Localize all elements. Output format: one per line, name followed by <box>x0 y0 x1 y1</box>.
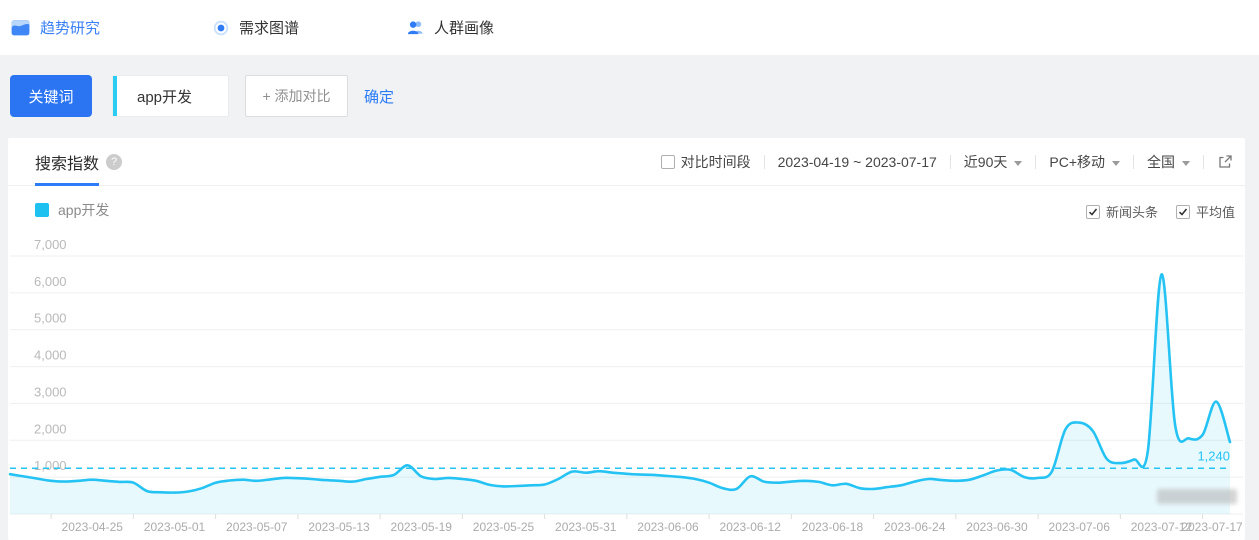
top-nav: 趋势研究 需求图谱 人群画像 <box>0 0 1259 55</box>
nav-label: 人群画像 <box>434 20 495 37</box>
divider <box>1035 155 1037 169</box>
toggle-label: 平均值 <box>1195 205 1235 220</box>
region-dropdown-value: 全国 <box>1147 154 1175 170</box>
nav-item-demand-map[interactable]: 需求图谱 <box>212 0 299 55</box>
region-dropdown[interactable]: 全国 <box>1147 152 1190 172</box>
average-toggle[interactable]: 平均值 <box>1175 202 1235 221</box>
svg-text:2023-05-25: 2023-05-25 <box>473 520 535 534</box>
divider <box>949 155 951 169</box>
svg-text:2023-07-17: 2023-07-17 <box>1181 520 1243 534</box>
tab-search-index[interactable]: 搜索指数 ? <box>35 138 123 186</box>
svg-text:2,000: 2,000 <box>34 421 67 436</box>
svg-text:2023-07-06: 2023-07-06 <box>1049 520 1111 534</box>
tab-label: 搜索指数 <box>35 156 100 173</box>
checkbox-icon[interactable] <box>660 155 675 169</box>
platform-dropdown-value: PC+移动 <box>1049 154 1105 170</box>
compare-period-checkbox[interactable]: 对比时间段 <box>660 152 751 172</box>
platform-dropdown[interactable]: PC+移动 <box>1049 152 1120 172</box>
confirm-link[interactable]: 确定 <box>364 86 394 107</box>
divider <box>763 155 765 169</box>
checkbox-checked-icon[interactable] <box>1085 204 1100 219</box>
svg-text:1,240: 1,240 <box>1197 448 1230 463</box>
search-index-panel: 搜索指数 ? 对比时间段 2023-04-19 ~ 2023-07-17 近90… <box>8 138 1245 540</box>
svg-text:5,000: 5,000 <box>34 311 67 326</box>
watermark <box>1157 489 1237 504</box>
svg-text:2023-04-25: 2023-04-25 <box>62 520 124 534</box>
keyword-input[interactable]: app开发 <box>112 75 229 117</box>
svg-text:2023-06-12: 2023-06-12 <box>720 520 782 534</box>
svg-text:2023-05-13: 2023-05-13 <box>308 520 370 534</box>
svg-text:6,000: 6,000 <box>34 274 67 289</box>
active-tab-underline <box>35 183 99 186</box>
panel-header: 搜索指数 ? 对比时间段 2023-04-19 ~ 2023-07-17 近90… <box>8 138 1245 186</box>
svg-text:1,000: 1,000 <box>34 458 67 473</box>
date-range[interactable]: 2023-04-19 ~ 2023-07-17 <box>778 154 937 170</box>
people-icon <box>406 18 425 37</box>
chevron-down-icon <box>1182 160 1190 166</box>
nav-item-trend-research[interactable]: 趋势研究 <box>10 0 100 55</box>
export-icon[interactable] <box>1217 154 1233 170</box>
series-color-bar <box>113 76 117 116</box>
svg-text:2023-06-06: 2023-06-06 <box>637 520 699 534</box>
checkbox-checked-icon[interactable] <box>1175 204 1190 219</box>
svg-text:7,000: 7,000 <box>34 237 67 252</box>
legend-swatch <box>35 203 49 217</box>
svg-text:2023-05-01: 2023-05-01 <box>144 520 206 534</box>
divider <box>1203 155 1204 169</box>
trend-line-chart[interactable]: 1,000 2,000 3,000 4,000 5,000 6,000 7,000 2023-… <box>8 234 1245 536</box>
toggle-label: 新闻头条 <box>1105 205 1158 220</box>
legend-item-series[interactable]: app开发 <box>35 200 109 220</box>
baidu-index-page: 趋势研究 需求图谱 人群画像 关键词 app开发 + 添加对比 确定 搜索指数 … <box>0 0 1259 540</box>
svg-text:2023-05-07: 2023-05-07 <box>226 520 288 534</box>
svg-text:2023-06-24: 2023-06-24 <box>884 520 946 534</box>
chevron-down-icon <box>1014 160 1023 166</box>
keyword-button[interactable]: 关键词 <box>10 75 92 117</box>
trend-chart-icon <box>10 17 31 38</box>
divider <box>1133 155 1134 169</box>
svg-text:2023-06-30: 2023-06-30 <box>966 520 1028 534</box>
svg-text:2023-06-18: 2023-06-18 <box>802 520 864 534</box>
radar-dot-icon <box>212 19 230 37</box>
range-dropdown-value: 近90天 <box>963 154 1008 170</box>
range-dropdown[interactable]: 近90天 <box>964 152 1023 172</box>
svg-text:2023-05-31: 2023-05-31 <box>555 520 617 534</box>
news-headlines-toggle[interactable]: 新闻头条 <box>1085 202 1158 221</box>
overlay-toggles: 新闻头条 平均值 <box>1085 202 1235 221</box>
chart-controls: 对比时间段 2023-04-19 ~ 2023-07-17 近90天 PC+移动… <box>660 138 1233 186</box>
keyword-value: app开发 <box>137 88 193 106</box>
svg-text:2023-05-19: 2023-05-19 <box>391 520 453 534</box>
svg-text:4,000: 4,000 <box>34 348 67 363</box>
nav-label: 趋势研究 <box>40 20 101 37</box>
add-compare-button[interactable]: + 添加对比 <box>245 75 348 117</box>
help-icon[interactable]: ? <box>106 154 123 170</box>
nav-item-audience-profile[interactable]: 人群画像 <box>406 0 494 55</box>
nav-label: 需求图谱 <box>239 20 300 37</box>
legend-label: app开发 <box>58 202 110 218</box>
compare-period-label: 对比时间段 <box>680 154 751 170</box>
chevron-down-icon <box>1112 160 1120 166</box>
svg-text:3,000: 3,000 <box>34 384 67 399</box>
